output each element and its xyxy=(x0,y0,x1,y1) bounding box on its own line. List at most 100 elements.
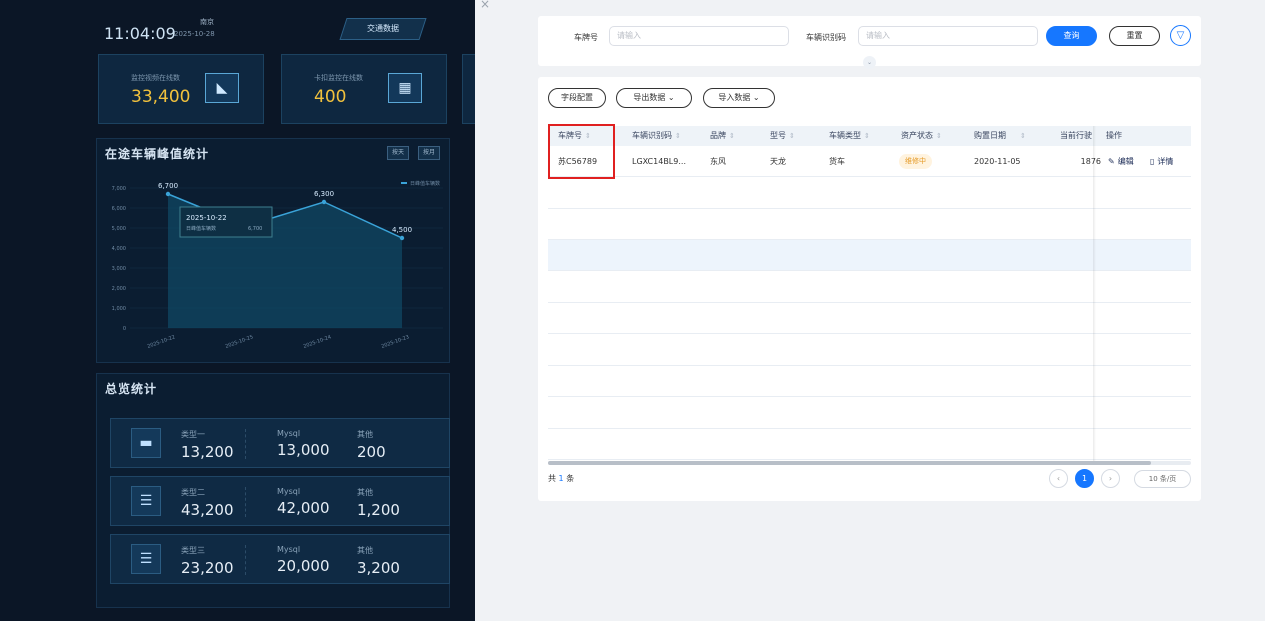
chart-point xyxy=(399,235,405,241)
col-brand[interactable]: 品牌 ⇕ xyxy=(710,126,735,146)
prev-page-button[interactable]: ‹ xyxy=(1049,469,1068,488)
query-button[interactable]: 查询 xyxy=(1046,26,1097,46)
total-prefix: 共 xyxy=(548,474,556,483)
page-size-select[interactable]: 10 条/页 xyxy=(1134,470,1191,488)
other-label: 其他 xyxy=(357,430,373,439)
screen: 11:04:09 南京 2025-10-28 交通数据 监控视频在线数 33,4… xyxy=(0,0,1265,621)
server-icon: ▬ xyxy=(131,428,161,458)
tooltip-value: 6,700 xyxy=(248,226,262,232)
field-config-button[interactable]: 字段配置 xyxy=(548,88,606,108)
filter-bar: 车牌号 请输入 车辆识别码 请输入 查询 重置 ▽ ⌄ xyxy=(538,16,1201,69)
db-label: Mysql xyxy=(277,429,301,438)
col-actions: 操作 xyxy=(1106,131,1122,140)
db-value: 13,000 xyxy=(277,441,330,459)
reset-button[interactable]: 重置 xyxy=(1109,26,1160,46)
other-value: 1,200 xyxy=(357,501,400,519)
other-value: 200 xyxy=(357,443,386,461)
page-1-button[interactable]: 1 xyxy=(1075,469,1094,488)
chart-point xyxy=(165,191,171,197)
gate-icon: ▦ xyxy=(388,73,422,103)
cell-vtype: 货车 xyxy=(829,157,845,166)
type-label: 类型三 xyxy=(181,546,205,555)
col-status[interactable]: 资产状态 ⇕ xyxy=(901,126,942,146)
chart-point xyxy=(321,199,327,205)
overview-row-3: ☰ 类型三 23,200 Mysql 20,000 其他 3,200 xyxy=(110,534,450,584)
database-icon: ☰ xyxy=(131,544,161,574)
other-label: 其他 xyxy=(357,488,373,497)
col-label: 品牌 xyxy=(710,131,726,140)
db-value: 42,000 xyxy=(277,499,330,517)
other-value: 3,200 xyxy=(357,559,400,577)
export-button[interactable]: 导出数据 ⌄ xyxy=(616,88,692,108)
db-value: 20,000 xyxy=(277,557,330,575)
data-label: 6,700 xyxy=(158,182,178,190)
status-badge: 维修中 xyxy=(899,154,932,169)
sort-icon[interactable]: ⇕ xyxy=(936,132,942,140)
total-number: 1 xyxy=(558,474,564,483)
kpi-value: 33,400 xyxy=(131,87,191,107)
dashboard-time: 11:04:09 xyxy=(104,24,176,43)
peak-title: 在途车辆峰值统计 xyxy=(105,147,210,161)
edit-icon: ✎ xyxy=(1108,157,1115,166)
kpi-card-checkpoint: 卡扣监控在线数 400 ▦ xyxy=(281,54,447,124)
pill-month[interactable]: 按月 xyxy=(418,146,441,160)
col-vtype[interactable]: 车辆类型 ⇕ xyxy=(829,126,870,146)
sort-icon[interactable]: ⇕ xyxy=(789,132,795,140)
sort-icon[interactable]: ⇕ xyxy=(1020,132,1026,140)
camera-icon: ◣ xyxy=(205,73,239,103)
import-button[interactable]: 导入数据 ⌄ xyxy=(703,88,775,108)
col-label: 资产状态 xyxy=(901,131,933,140)
chevron-down-icon: ⌄ xyxy=(667,93,675,102)
close-icon[interactable]: × xyxy=(480,0,490,11)
sort-icon[interactable]: ⇕ xyxy=(729,132,735,140)
chevron-down-icon[interactable]: ⌄ xyxy=(863,56,876,69)
kpi-card-video: 监控视频在线数 33,400 ◣ xyxy=(98,54,264,124)
overview-row-1: ▬ 类型一 13,200 Mysql 13,000 其他 200 xyxy=(110,418,450,468)
detail-link[interactable]: ▯ 详情 xyxy=(1150,146,1173,177)
sort-icon[interactable]: ⇕ xyxy=(864,132,870,140)
total-count: 共 1 条 xyxy=(548,473,574,484)
chevron-down-icon: ⌄ xyxy=(752,93,760,102)
x-tick-label: 2025-10-22 xyxy=(147,334,176,350)
col-label: 购置日期 xyxy=(974,131,1006,140)
type-value: 13,200 xyxy=(181,443,234,461)
funnel-icon[interactable]: ▽ xyxy=(1170,25,1191,46)
plate-input[interactable]: 请输入 xyxy=(609,26,789,46)
y-tick-label: 1,000 xyxy=(112,306,126,312)
dashboard-tab-traffic[interactable]: 交通数据 xyxy=(339,18,427,40)
pill-day[interactable]: 按天 xyxy=(387,146,410,160)
x-tick-label: 2025-10-24 xyxy=(303,334,332,350)
vin-label: 车辆识别码 xyxy=(806,33,846,42)
dashboard-tab-label: 交通数据 xyxy=(367,24,399,33)
table-card: 字段配置 导出数据 ⌄ 导入数据 ⌄ 车牌号 ⇕ 车辆识别码 ⇕ 品牌 ⇕ 型号 ⇕ 车… xyxy=(538,77,1201,501)
next-page-button[interactable]: › xyxy=(1101,469,1120,488)
vin-input[interactable]: 请输入 xyxy=(858,26,1038,46)
total-suffix: 条 xyxy=(566,474,575,483)
col-date[interactable]: 购置日期 ⇕ xyxy=(974,126,1026,146)
edit-label: 编辑 xyxy=(1117,157,1134,166)
col-label: 型号 xyxy=(770,131,786,140)
horizontal-scrollbar[interactable] xyxy=(548,461,1191,465)
sort-icon[interactable]: ⇕ xyxy=(675,132,681,140)
y-tick-label: 5,000 xyxy=(112,226,126,232)
fixed-column-divider xyxy=(1093,126,1096,461)
cell-brand: 东风 xyxy=(710,157,726,166)
cell-model: 天龙 xyxy=(770,157,786,166)
overview-row-2: ☰ 类型二 43,200 Mysql 42,000 其他 1,200 xyxy=(110,476,450,526)
plate-label: 车牌号 xyxy=(574,33,598,42)
y-tick-label: 4,000 xyxy=(112,246,126,252)
import-label: 导入数据 xyxy=(718,93,751,102)
scrollbar-thumb[interactable] xyxy=(548,461,1151,465)
y-tick-label: 2,000 xyxy=(112,286,126,292)
dashboard-date: 2025-10-28 xyxy=(174,30,215,38)
cell-date: 2020-11-05 xyxy=(974,157,1021,166)
data-label: 4,500 xyxy=(392,226,412,234)
x-tick-label: 2025-10-25 xyxy=(225,334,254,350)
col-vin[interactable]: 车辆识别码 ⇕ xyxy=(632,126,681,146)
col-model[interactable]: 型号 ⇕ xyxy=(770,126,795,146)
type-value: 43,200 xyxy=(181,501,234,519)
edit-link[interactable]: ✎ 编辑 xyxy=(1108,146,1134,177)
cell-mileage: 1876 xyxy=(1080,157,1101,166)
kpi-label: 监控视频在线数 xyxy=(131,74,180,82)
y-tick-label: 7,000 xyxy=(112,186,126,192)
